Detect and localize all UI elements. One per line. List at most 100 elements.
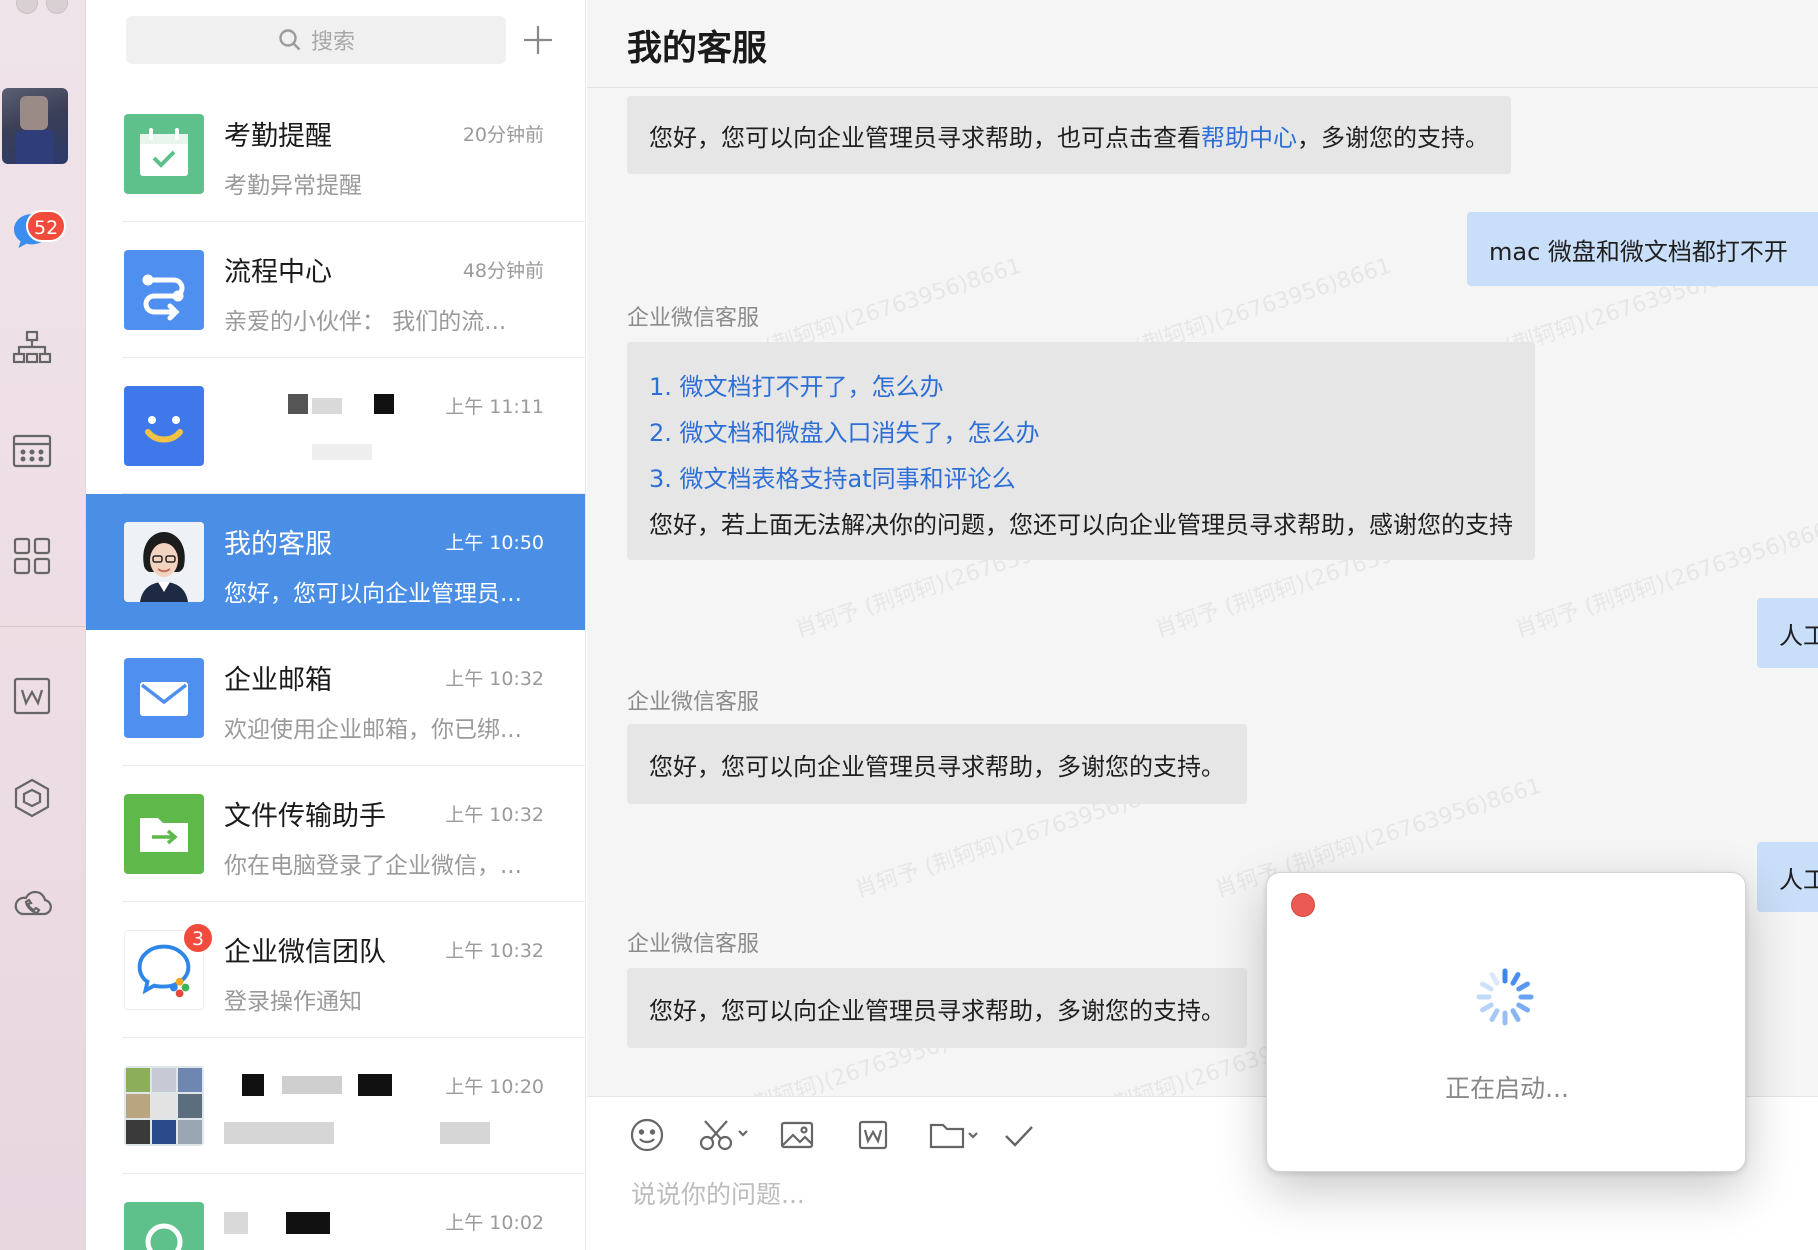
calendar-check-icon — [124, 114, 204, 194]
message-sender: 企业微信客服 — [627, 306, 760, 331]
redacted-preview — [224, 1122, 334, 1144]
chat-name: 我的客服 — [224, 529, 332, 560]
meeting-phone-icon[interactable] — [10, 880, 54, 924]
chat-time: 上午 10:32 — [445, 668, 544, 690]
message-sender: 企业微信客服 — [627, 932, 760, 957]
faq-link-2[interactable]: 2. 微文档和微盘入口消失了，怎么办 — [649, 410, 1040, 456]
document-button[interactable] — [853, 1113, 893, 1157]
message-text: mac 微盘和微文档都打不开 — [1489, 237, 1788, 266]
message-bubble-user: 人工 — [1757, 598, 1818, 668]
conversation-header: 我的客服 — [587, 0, 1818, 88]
chat-item-redacted[interactable]: 上午 11:11 — [86, 358, 585, 494]
folder-icon — [929, 1123, 978, 1149]
chat-item-my-service[interactable]: 我的客服 上午 10:50 您好，您可以向企业管理员... — [86, 494, 585, 630]
chat-name: 考勤提醒 — [224, 121, 332, 152]
rail-divider — [0, 626, 86, 627]
unread-badge: 52 — [26, 210, 67, 242]
chat-item-file-transfer[interactable]: 文件传输助手 上午 10:32 你在电脑登录了企业微信，... — [86, 766, 585, 902]
window-close-button[interactable] — [16, 0, 38, 14]
green-app-icon — [124, 1202, 204, 1250]
chat-preview: 欢迎使用企业邮箱，你已绑... — [224, 717, 522, 743]
file-transfer-icon — [124, 794, 204, 874]
message-text: 您好，您可以向企业管理员寻求帮助，也可点击查看 — [649, 123, 1201, 152]
drive-cube-icon[interactable] — [10, 776, 54, 820]
message-bubble-agent: 1. 微文档打不开了，怎么办 2. 微文档和微盘入口消失了，怎么办 3. 微文档… — [627, 342, 1535, 560]
workflow-icon — [124, 250, 204, 330]
workbench-grid-icon[interactable] — [10, 534, 54, 578]
image-button[interactable] — [777, 1113, 817, 1157]
screenshot-button[interactable] — [697, 1113, 753, 1157]
help-center-link[interactable]: 帮助中心 — [1201, 124, 1297, 152]
chat-time: 上午 10:32 — [445, 804, 544, 826]
chat-name: 企业微信团队 — [224, 937, 386, 968]
dialog-close-button[interactable] — [1291, 893, 1315, 917]
my-avatar[interactable] — [2, 88, 68, 164]
chat-time: 上午 11:11 — [445, 396, 544, 418]
dialog-status-text: 正在启动... — [1445, 1074, 1569, 1103]
chat-name: 企业邮箱 — [224, 665, 332, 696]
redacted-preview — [312, 444, 372, 460]
chat-time: 上午 10:32 — [445, 940, 544, 962]
chat-preview: 登录操作通知 — [224, 989, 362, 1015]
message-text: 您好，您可以向企业管理员寻求帮助，多谢您的支持。 — [649, 752, 1225, 781]
contacts-org-icon[interactable] — [10, 326, 54, 370]
message-bubble-user: mac 微盘和微文档都打不开 — [1467, 212, 1818, 286]
chat-time: 48分钟前 — [462, 260, 544, 282]
chat-item-redacted-group[interactable]: 上午 10:20 — [86, 1038, 585, 1174]
message-sender: 企业微信客服 — [627, 690, 760, 715]
add-button[interactable] — [516, 18, 560, 62]
mail-icon — [124, 658, 204, 738]
chat-preview: 你在电脑登录了企业微信，... — [224, 853, 522, 879]
calendar-icon[interactable] — [10, 428, 54, 472]
chat-time: 20分钟前 — [462, 124, 544, 146]
chat-preview: 您好，您可以向企业管理员... — [224, 581, 522, 607]
window-minimize-button[interactable] — [46, 0, 68, 14]
check-icon — [1005, 1126, 1033, 1147]
launching-dialog: 正在启动... — [1266, 872, 1746, 1172]
left-rail: 52 — [0, 0, 86, 1250]
check-button[interactable] — [999, 1113, 1039, 1157]
chat-item-workflow[interactable]: 流程中心 48分钟前 亲爱的小伙伴： 我们的流... — [86, 222, 585, 358]
chat-preview: 考勤异常提醒 — [224, 173, 362, 199]
redacted-name — [288, 394, 308, 414]
message-text: ，多谢您的支持。 — [1297, 123, 1489, 152]
chat-time: 上午 10:02 — [445, 1212, 544, 1234]
emoji-button[interactable] — [627, 1113, 667, 1157]
word-doc-icon[interactable] — [10, 674, 54, 718]
emoji-icon — [630, 1118, 664, 1152]
chat-item-redacted-2[interactable]: 上午 10:02 — [86, 1174, 585, 1250]
chat-item-wecom-team[interactable]: 3 企业微信团队 上午 10:32 登录操作通知 — [86, 902, 585, 1038]
message-text: 您好，您可以向企业管理员寻求帮助，多谢您的支持。 — [649, 996, 1225, 1025]
chat-item-mail[interactable]: 企业邮箱 上午 10:32 欢迎使用企业邮箱，你已绑... — [86, 630, 585, 766]
smile-app-icon — [124, 386, 204, 466]
search-placeholder: 搜索 — [310, 30, 355, 55]
chat-preview: 亲爱的小伙伴： 我们的流... — [224, 309, 507, 335]
redacted-name — [242, 1074, 264, 1096]
plus-icon — [524, 26, 552, 54]
conversation-title: 我的客服 — [627, 29, 768, 69]
search-input[interactable]: 搜索 — [126, 16, 506, 64]
message-bubble-agent: 您好，您可以向企业管理员寻求帮助，多谢您的支持。 — [627, 968, 1247, 1048]
scissors-icon — [699, 1120, 748, 1151]
message-bubble-user: 人工 — [1757, 842, 1818, 912]
image-icon — [780, 1121, 814, 1149]
message-bubble-agent: 您好，您可以向企业管理员寻求帮助，也可点击查看帮助中心，多谢您的支持。 — [627, 96, 1511, 174]
faq-link-1[interactable]: 1. 微文档打不开了，怎么办 — [649, 364, 944, 410]
message-text: 人工 — [1779, 621, 1818, 650]
chat-item-attendance[interactable]: 考勤提醒 20分钟前 考勤异常提醒 — [86, 86, 585, 222]
group-avatar — [124, 1066, 204, 1146]
folder-button[interactable] — [927, 1113, 983, 1157]
search-icon — [279, 29, 301, 51]
faq-link-3[interactable]: 3. 微文档表格支持at同事和评论么 — [649, 456, 1016, 502]
chat-time: 上午 10:20 — [445, 1076, 544, 1098]
redacted-name — [224, 1212, 248, 1234]
chat-name: 文件传输助手 — [224, 801, 386, 832]
message-input[interactable]: 说说你的问题... — [631, 1175, 805, 1211]
chat-time: 上午 10:50 — [445, 532, 544, 554]
chat-list-panel: 搜索 考勤提醒 20分钟前 考勤异常提醒 流程中心 48分钟前 亲爱的小伙伴： … — [86, 0, 586, 1250]
wecom-window: 52 搜索 考勤提醒 20分钟前 考勤异常提醒 流程中心 48分钟前 亲爱的小伙… — [0, 0, 1818, 1250]
message-bubble-agent: 您好，您可以向企业管理员寻求帮助，多谢您的支持。 — [627, 724, 1247, 804]
loading-spinner-icon — [1476, 968, 1534, 1026]
chat-name: 流程中心 — [224, 257, 332, 288]
word-doc-icon — [858, 1120, 888, 1150]
